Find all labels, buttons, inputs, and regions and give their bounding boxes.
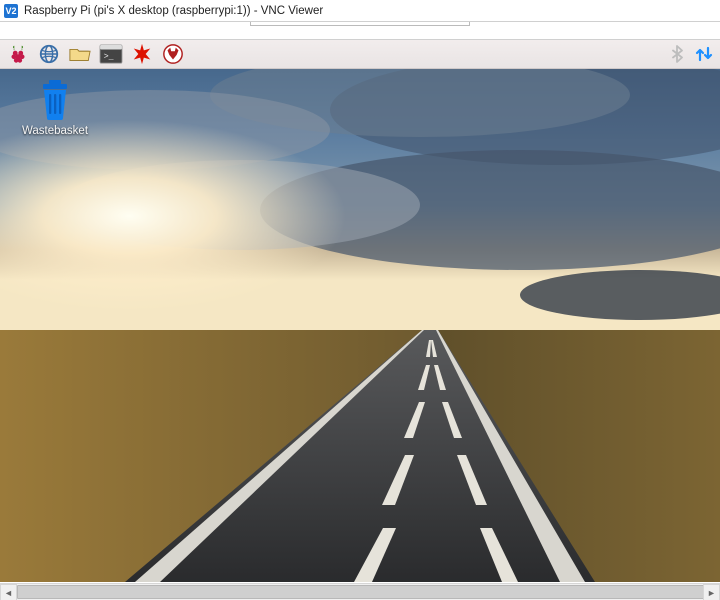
raspberry-icon bbox=[7, 43, 29, 65]
updown-arrows-icon bbox=[695, 45, 713, 63]
svg-text:>_: >_ bbox=[104, 53, 114, 62]
vnc-toolbar-handle[interactable] bbox=[250, 22, 470, 26]
mathematica-button[interactable] bbox=[130, 42, 154, 66]
window-titlebar[interactable]: V2 Raspberry Pi (pi's X desktop (raspber… bbox=[0, 0, 720, 22]
scrollbar-track[interactable] bbox=[17, 584, 703, 600]
terminal-button[interactable]: >_ bbox=[99, 42, 123, 66]
scrollbar-thumb[interactable] bbox=[17, 585, 715, 599]
wolf-icon bbox=[162, 43, 184, 65]
vnc-app-icon: V2 bbox=[4, 4, 18, 18]
desktop-panel: >_ bbox=[0, 40, 720, 69]
vnc-window: V2 Raspberry Pi (pi's X desktop (raspber… bbox=[0, 0, 720, 600]
desktop-wallpaper bbox=[0, 40, 720, 582]
horizontal-scrollbar[interactable]: ◄ ► bbox=[0, 583, 720, 600]
bluetooth-icon bbox=[669, 45, 685, 63]
wastebasket-icon[interactable]: Wastebasket bbox=[10, 78, 100, 137]
terminal-icon: >_ bbox=[99, 44, 123, 64]
desktop-icons-area: Wastebasket bbox=[10, 78, 100, 137]
file-manager-button[interactable] bbox=[68, 42, 92, 66]
folder-icon bbox=[68, 43, 92, 65]
network-tray[interactable] bbox=[694, 44, 714, 64]
scroll-right-button[interactable]: ► bbox=[703, 584, 720, 600]
menu-button[interactable] bbox=[6, 42, 30, 66]
browser-button[interactable] bbox=[37, 42, 61, 66]
wastebasket-label: Wastebasket bbox=[22, 125, 88, 137]
remote-desktop[interactable]: >_ bbox=[0, 40, 720, 583]
globe-icon bbox=[38, 43, 60, 65]
spikey-icon bbox=[131, 43, 153, 65]
vnc-toolbar[interactable] bbox=[0, 22, 720, 40]
remote-desktop-viewport: >_ bbox=[0, 40, 720, 583]
wolfram-button[interactable] bbox=[161, 42, 185, 66]
trash-icon bbox=[35, 78, 75, 122]
bluetooth-tray[interactable] bbox=[667, 44, 687, 64]
scroll-left-button[interactable]: ◄ bbox=[0, 584, 17, 600]
window-title: Raspberry Pi (pi's X desktop (raspberryp… bbox=[24, 5, 323, 17]
